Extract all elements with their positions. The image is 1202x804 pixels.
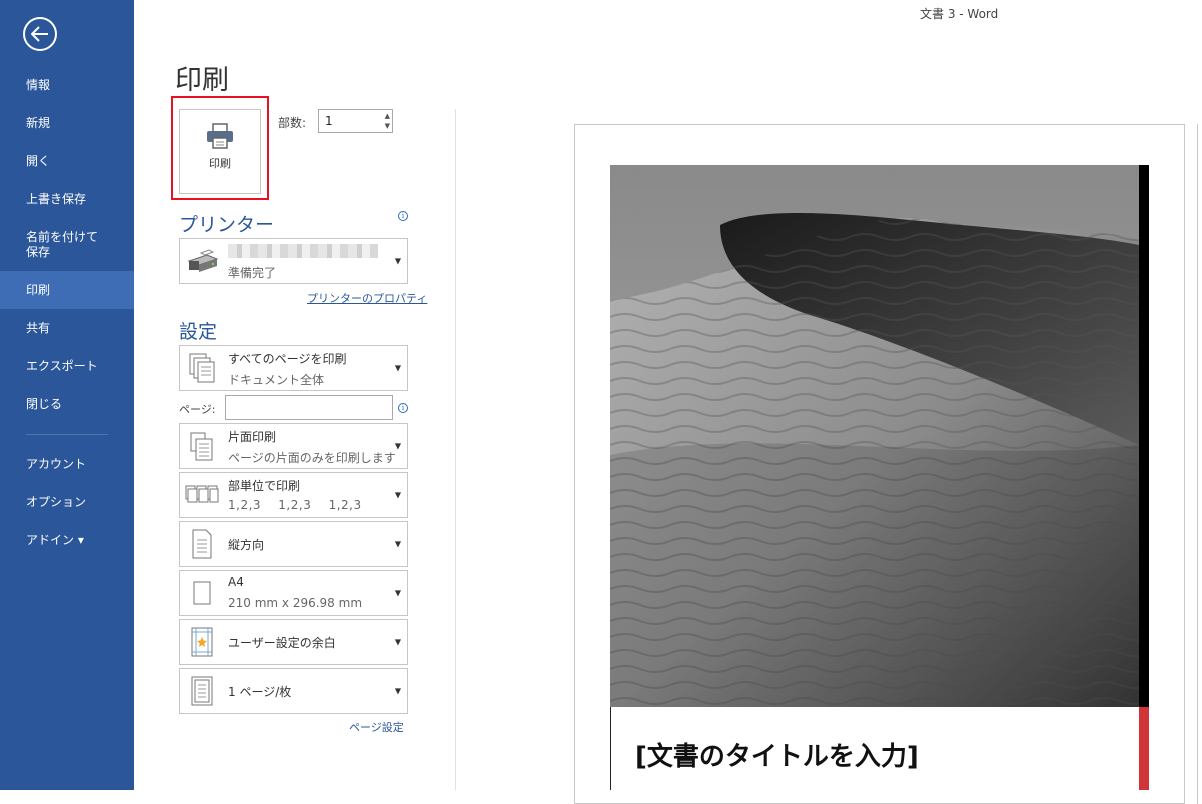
printer-status: 準備完了 <box>228 266 277 280</box>
paper-size-title: A4 <box>228 575 244 589</box>
print-button[interactable]: 印刷 <box>179 109 261 194</box>
dropdown-arrow-icon: ▼ <box>394 637 401 647</box>
nav-item-label: 情報 <box>26 77 51 92</box>
page-title: 印刷 <box>175 65 229 96</box>
single-sided-icon <box>185 429 219 463</box>
portrait-icon <box>185 527 219 561</box>
paper-size-dropdown[interactable]: A4 210 mm x 296.98 mm ▼ <box>179 570 408 616</box>
sides-title: 片面印刷 <box>228 430 277 444</box>
window-title: 文書 3 - Word <box>920 7 999 21</box>
cover-accent-black-bar <box>1139 165 1149 707</box>
settings-header: 設定 <box>179 321 218 343</box>
print-range-title: すべてのページを印刷 <box>228 352 347 366</box>
collation-dropdown[interactable]: 部単位で印刷 1,2,3 1,2,3 1,2,3 ▼ <box>179 472 408 518</box>
dropdown-arrow-icon: ▼ <box>394 490 401 500</box>
dropdown-arrow-icon: ▼ <box>394 256 401 266</box>
next-preview-page-edge <box>1197 124 1202 804</box>
info-icon[interactable]: i <box>398 403 408 413</box>
nav-item-label: アカウント <box>26 456 87 471</box>
nav-item-export[interactable]: エクスポート <box>0 347 134 385</box>
printer-header: プリンター <box>179 214 275 236</box>
printer-device-icon <box>185 244 219 278</box>
print-button-label: 印刷 <box>209 157 231 170</box>
nav-item-label: オプション <box>26 494 87 509</box>
nav-item-open[interactable]: 開く <box>0 142 134 180</box>
dropdown-arrow-icon: ▼ <box>394 363 401 373</box>
nav-item-close[interactable]: 閉じる <box>0 385 134 423</box>
collation-subtitle: 1,2,3 1,2,3 1,2,3 <box>228 498 362 512</box>
cover-photo-sand-dune <box>610 165 1139 707</box>
nav-item-new[interactable]: 新規 <box>0 104 134 142</box>
pages-stack-icon <box>185 351 219 385</box>
page-setup-link[interactable]: ページ設定 <box>349 719 404 735</box>
nav-item-account[interactable]: アカウント <box>0 445 134 483</box>
margins-icon <box>185 625 219 659</box>
nav-item-save[interactable]: 上書き保存 <box>0 180 134 218</box>
nav-item-info[interactable]: 情報 <box>0 66 134 104</box>
nav-item-options[interactable]: オプション <box>0 483 134 521</box>
nav-item-label: 印刷 <box>26 282 51 297</box>
print-range-dropdown[interactable]: すべてのページを印刷 ドキュメント全体 ▼ <box>179 345 408 391</box>
margins-dropdown[interactable]: ユーザー設定の余白 ▼ <box>179 619 408 665</box>
pages-per-sheet-title: 1 ページ/枚 <box>228 685 292 699</box>
spin-down-icon[interactable]: ▼ <box>385 122 390 130</box>
print-range-subtitle: ドキュメント全体 <box>228 373 325 387</box>
one-page-per-sheet-icon <box>185 674 219 708</box>
spin-up-icon[interactable]: ▲ <box>385 112 390 120</box>
nav-item-label: 名前を付けて 保存 <box>26 230 99 259</box>
dropdown-arrow-icon: ▼ <box>394 539 401 549</box>
info-icon[interactable]: i <box>398 211 408 221</box>
back-button[interactable] <box>23 17 57 51</box>
title-frame-line <box>610 707 611 790</box>
sides-dropdown[interactable]: 片面印刷 ページの片面のみを印刷します ▼ <box>179 423 408 469</box>
dropdown-arrow-icon: ▼ <box>394 686 401 696</box>
collation-title: 部単位で印刷 <box>228 479 301 493</box>
nav-item-label: 上書き保存 <box>26 191 87 206</box>
printer-icon <box>207 123 233 149</box>
nav-item-label: 開く <box>26 153 51 168</box>
paper-icon <box>185 576 219 610</box>
nav-item-label: アドイン ▾ <box>26 532 84 547</box>
nav-item-label: 閉じる <box>26 396 63 411</box>
paper-size-subtitle: 210 mm x 296.98 mm <box>228 596 363 610</box>
printer-name-redacted <box>228 244 378 258</box>
dropdown-arrow-icon: ▼ <box>394 588 401 598</box>
copies-stepper[interactable]: 1 ▲ ▼ <box>318 109 393 133</box>
pages-per-sheet-dropdown[interactable]: 1 ページ/枚 ▼ <box>179 668 408 714</box>
orientation-title: 縦方向 <box>228 538 265 552</box>
dropdown-arrow-icon: ▼ <box>394 441 401 451</box>
margins-title: ユーザー設定の余白 <box>228 636 336 650</box>
collated-icon <box>185 478 219 512</box>
nav-item-save-as[interactable]: 名前を付けて 保存 <box>0 225 134 265</box>
printer-properties-link[interactable]: プリンターのプロパティ <box>307 290 427 306</box>
cover-accent-red-bar <box>1139 707 1149 790</box>
nav-item-label: 共有 <box>26 320 51 335</box>
panel-divider <box>455 109 456 790</box>
copies-value: 1 <box>325 114 333 128</box>
document-title-placeholder: [文書のタイトルを入力] <box>635 742 919 772</box>
nav-item-label: エクスポート <box>26 358 98 373</box>
printer-dropdown[interactable]: 準備完了 ▼ <box>179 238 408 284</box>
nav-divider <box>26 434 108 435</box>
pages-label: ページ: <box>179 403 216 416</box>
backstage-sidebar: 情報 新規 開く 上書き保存 名前を付けて 保存 印刷 共有 エクスポート 閉じ… <box>0 0 134 790</box>
nav-item-addins[interactable]: アドイン ▾ <box>0 521 134 559</box>
orientation-dropdown[interactable]: 縦方向 ▼ <box>179 521 408 567</box>
nav-item-share[interactable]: 共有 <box>0 309 134 347</box>
sides-subtitle: ページの片面のみを印刷します <box>228 451 396 465</box>
back-arrow-icon <box>31 26 48 42</box>
pages-input[interactable] <box>225 395 393 420</box>
copies-label: 部数: <box>278 116 307 130</box>
nav-item-print[interactable]: 印刷 <box>0 271 134 309</box>
nav-item-label: 新規 <box>26 115 51 130</box>
